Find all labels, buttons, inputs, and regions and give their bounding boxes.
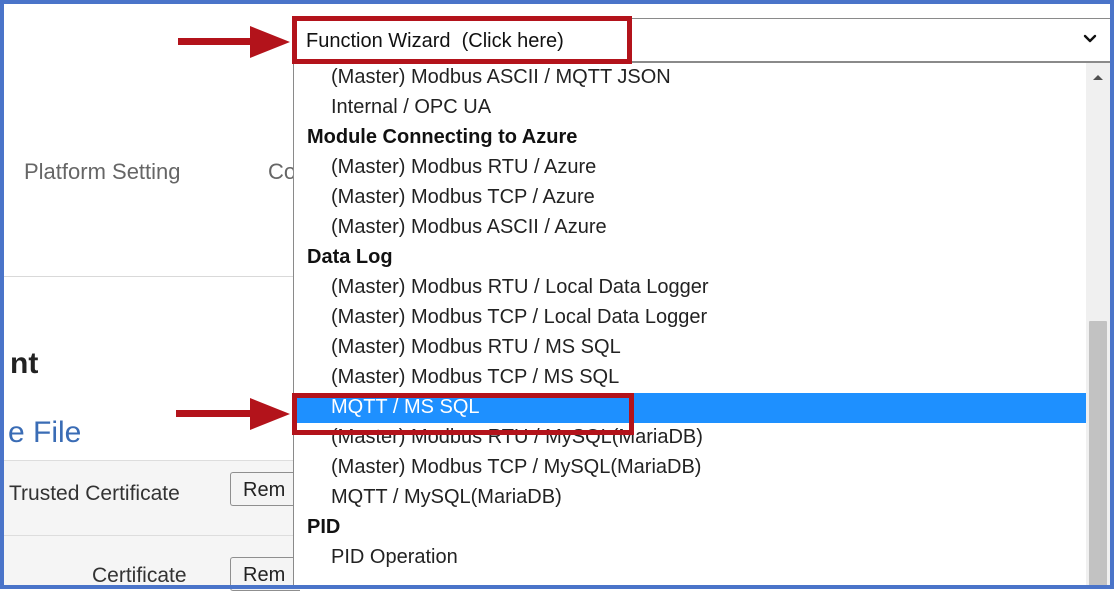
option-item[interactable]: (Master) Modbus TCP / MySQL(MariaDB): [294, 453, 1086, 483]
certificate-label: Certificate: [92, 564, 187, 585]
option-item[interactable]: (Master) Modbus TCP / Azure: [294, 183, 1086, 213]
trusted-certificate-label: Trusted Certificate: [9, 482, 180, 505]
section-heading: e File: [8, 416, 82, 449]
option-group-label: Module Connecting to Azure: [307, 126, 578, 148]
function-wizard-select[interactable]: Function Wizard (Click here): [293, 18, 1111, 62]
nav-platform-setting[interactable]: Platform Setting: [24, 159, 181, 185]
scroll-up-icon[interactable]: [1092, 72, 1104, 82]
option-item[interactable]: (Master) Modbus TCP / Local Data Logger: [294, 303, 1086, 333]
chevron-down-icon: [1083, 34, 1097, 43]
option-item[interactable]: Internal / OPC UA: [294, 93, 1086, 123]
nav-item-partial[interactable]: Co: [268, 159, 296, 185]
option-item[interactable]: (Master) Modbus RTU / Local Data Logger: [294, 273, 1086, 303]
function-wizard-dropdown[interactable]: (Master) Modbus ASCII / MQTT JSON Interna…: [293, 62, 1111, 589]
scrollbar[interactable]: [1086, 63, 1110, 589]
option-selected[interactable]: MQTT / MS SQL: [294, 393, 1086, 423]
remove-certificate-button[interactable]: Rem: [230, 557, 300, 591]
option-item[interactable]: PID Operation: [294, 543, 1086, 573]
option-item[interactable]: (Master) Modbus TCP / MS SQL: [294, 363, 1086, 393]
page-heading: nt: [10, 347, 39, 380]
scrollbar-thumb[interactable]: [1089, 321, 1107, 589]
option-item[interactable]: MQTT / MySQL(MariaDB): [294, 483, 1086, 513]
arrow-right-icon: [178, 26, 290, 58]
select-value: Function Wizard (Click here): [306, 30, 564, 52]
option-item[interactable]: (Master) Modbus ASCII / Azure: [294, 213, 1086, 243]
option-item[interactable]: (Master) Modbus RTU / MS SQL: [294, 333, 1086, 363]
arrow-right-icon: [176, 398, 290, 430]
option-group-label: Data Log: [307, 246, 393, 268]
option-item[interactable]: (Master) Modbus ASCII / MQTT JSON: [294, 63, 1086, 93]
option-item[interactable]: (Master) Modbus RTU / MySQL(MariaDB): [294, 423, 1086, 453]
option-group-label: PID: [307, 516, 341, 538]
remove-trusted-certificate-button[interactable]: Rem: [230, 472, 300, 506]
option-item[interactable]: (Master) Modbus RTU / Azure: [294, 153, 1086, 183]
